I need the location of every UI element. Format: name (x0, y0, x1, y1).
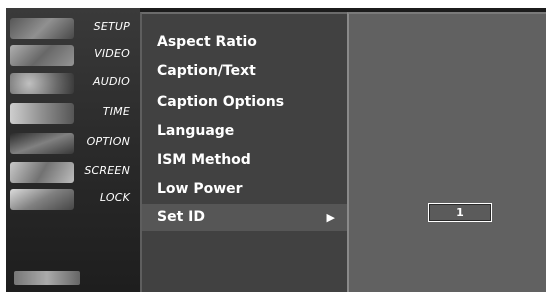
remote-button-icon (14, 271, 80, 285)
menu-item-set-id[interactable]: Set ID ▶ (142, 204, 349, 231)
menu-item-label: Caption Options (157, 94, 285, 110)
menu-item-ism-method[interactable]: ISM Method (142, 147, 349, 174)
menu-item-aspect-ratio[interactable]: Aspect Ratio (142, 29, 349, 56)
tab-time[interactable]: TIME (6, 101, 140, 126)
set-id-panel: 1 (347, 12, 546, 292)
menu-item-language[interactable]: Language (142, 118, 349, 145)
menu-tab-strip: SETUP VIDEO AUDIO TIME OPTION SCREEN LOC… (6, 8, 140, 292)
tab-audio[interactable]: AUDIO (6, 71, 140, 96)
menu-item-low-power[interactable]: Low Power (142, 176, 349, 203)
menu-item-label: Low Power (157, 181, 243, 197)
right-arrow-icon: ▶ (326, 211, 335, 224)
lock-thumbnail-icon (10, 189, 74, 210)
tab-label: SETUP (93, 20, 130, 33)
tab-video[interactable]: VIDEO (6, 43, 140, 68)
menu-item-caption-text[interactable]: Caption/Text (142, 58, 349, 85)
setup-thumbnail-icon (10, 18, 74, 39)
tab-label: TIME (102, 105, 130, 118)
tab-label: VIDEO (94, 47, 130, 60)
tab-screen[interactable]: SCREEN (6, 160, 140, 185)
time-thumbnail-icon (10, 103, 74, 124)
menu-item-label: ISM Method (157, 152, 251, 168)
video-thumbnail-icon (10, 45, 74, 66)
tab-setup[interactable]: SETUP (6, 16, 140, 41)
tab-label: SCREEN (84, 164, 130, 177)
set-id-value-field[interactable]: 1 (428, 203, 492, 222)
menu-item-label: Caption/Text (157, 63, 256, 79)
tab-label: LOCK (99, 191, 130, 204)
tab-label: OPTION (86, 135, 130, 148)
menu-item-label: Language (157, 123, 235, 139)
setup-option-menu: Aspect Ratio Caption/Text Caption Option… (140, 12, 349, 292)
screen-thumbnail-icon (10, 162, 74, 183)
option-thumbnail-icon (10, 133, 74, 154)
tv-osd-screen: SETUP VIDEO AUDIO TIME OPTION SCREEN LOC… (6, 8, 546, 292)
audio-thumbnail-icon (10, 73, 74, 94)
tab-label: AUDIO (93, 75, 130, 88)
menu-item-label: Aspect Ratio (157, 34, 257, 50)
menu-item-caption-options[interactable]: Caption Options (142, 89, 349, 116)
tab-option[interactable]: OPTION (6, 131, 140, 156)
menu-item-label: Set ID (157, 209, 205, 225)
tab-lock[interactable]: LOCK (6, 187, 140, 212)
